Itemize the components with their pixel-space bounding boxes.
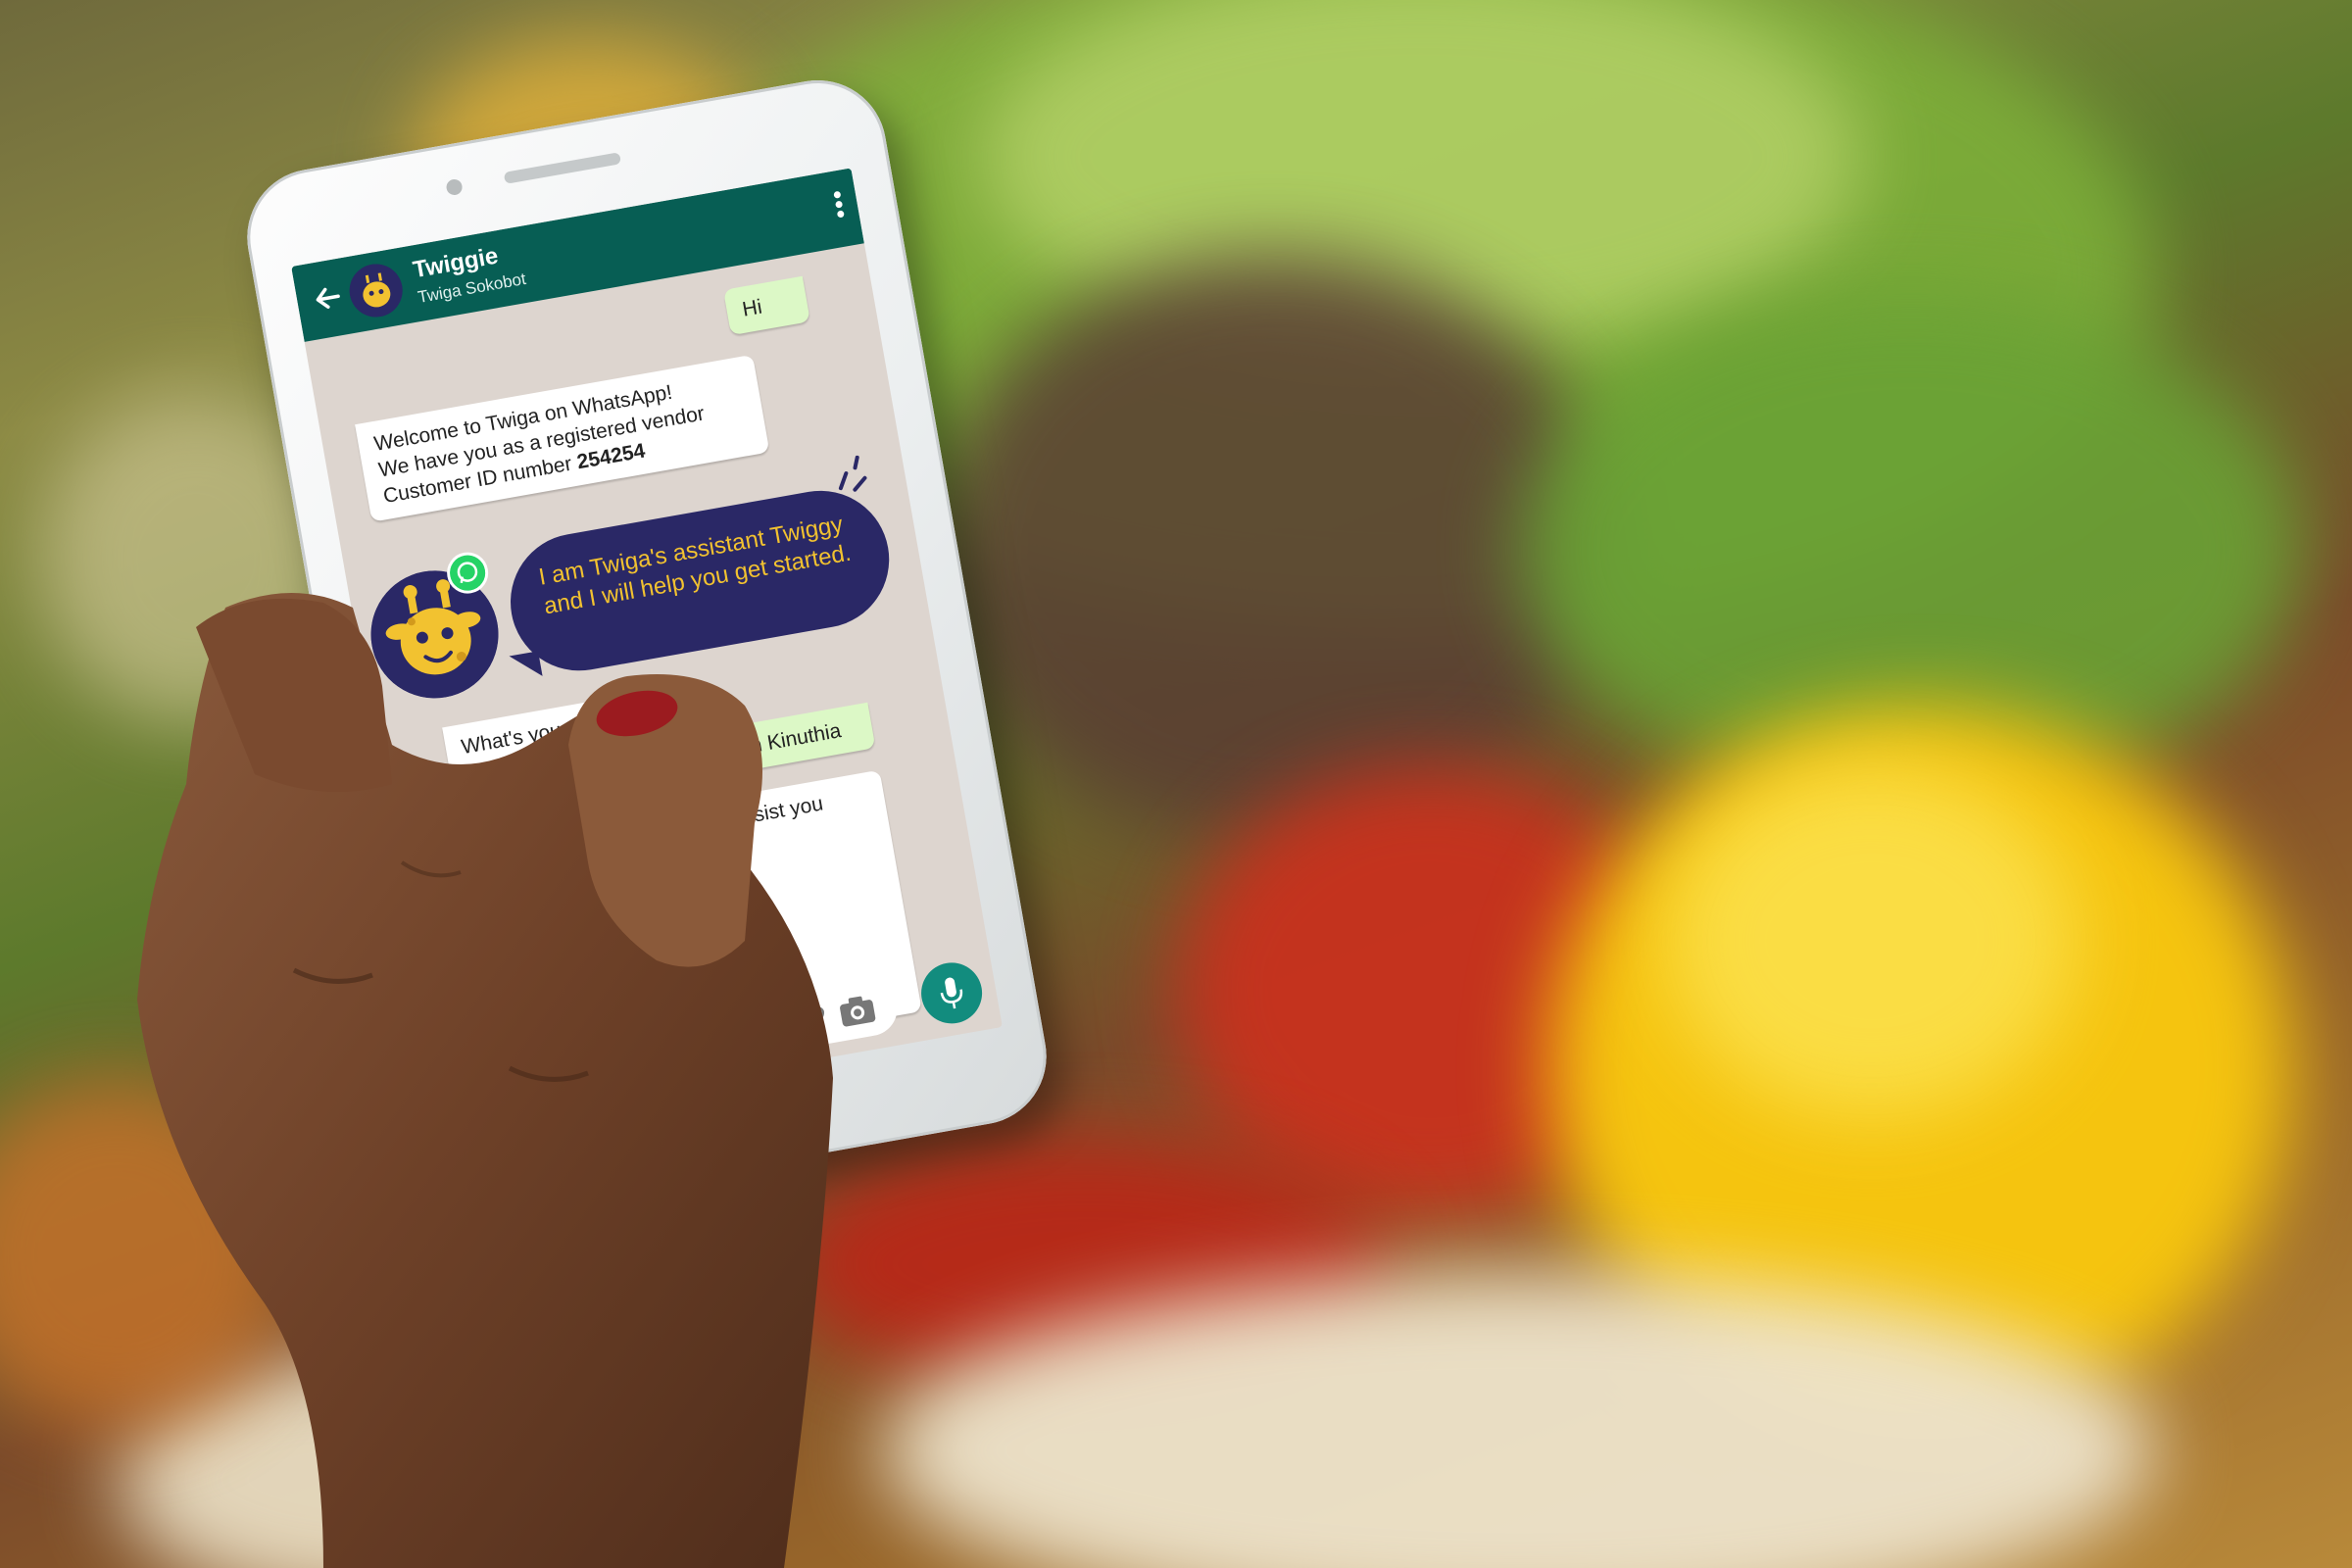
message-text: Hi: [740, 295, 764, 321]
twiggie-avatar[interactable]: [345, 260, 407, 321]
message-incoming-welcome: Welcome to Twiga on WhatsApp! We have yo…: [355, 354, 770, 522]
paperclip-icon[interactable]: [796, 1001, 830, 1037]
microphone-button[interactable]: [916, 957, 987, 1029]
microphone-icon: [940, 977, 963, 1009]
more-vertical-icon[interactable]: [831, 188, 848, 228]
message-outgoing-hi: Hi: [722, 275, 810, 336]
arrow-left-icon[interactable]: [310, 278, 345, 318]
message-incoming-ask-name: What's your name?: [442, 688, 674, 773]
photo-scene: Twiggie Twiga Sokobot Hi Welcome to Twig…: [0, 0, 2352, 1568]
mascot-speech-bubble: I am Twiga's assistant Twiggy and I will…: [499, 479, 901, 682]
camera-icon[interactable]: [836, 992, 878, 1029]
message-outgoing-name: Duncan Kinuthia: [672, 702, 876, 783]
message-text: What's your name?: [459, 706, 638, 760]
giraffe-mascot-icon: [361, 561, 509, 709]
speech-text: I am Twiga's assistant Twiggy and I will…: [536, 511, 854, 620]
emphasis-marks-icon: [838, 455, 867, 492]
background-yellow-pepper-highlight: [1666, 764, 2078, 1117]
background-lettuce-dark: [931, 255, 1617, 843]
message-text: Duncan Kinuthia: [690, 719, 843, 768]
speech-tail: [509, 651, 543, 682]
